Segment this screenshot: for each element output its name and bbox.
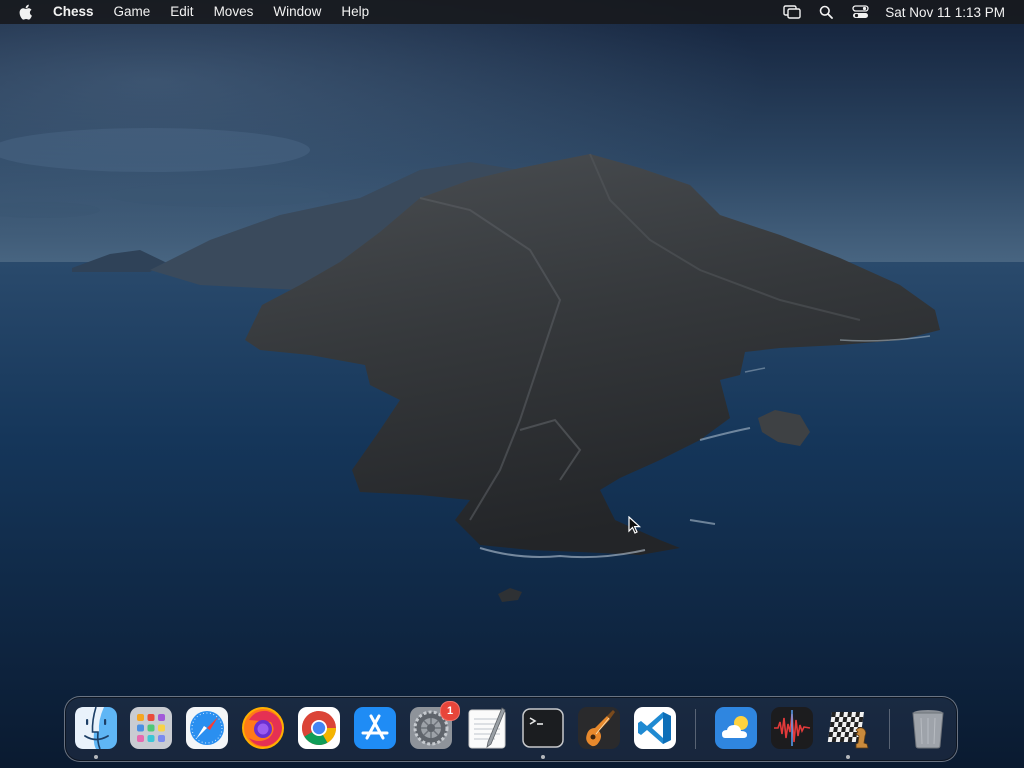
menu-app-name[interactable]: Chess	[49, 0, 104, 24]
menu-moves[interactable]: Moves	[204, 0, 264, 24]
screen-mirroring-icon[interactable]	[783, 4, 801, 20]
dock-firefox[interactable]	[240, 705, 286, 751]
garageband-icon	[578, 707, 620, 749]
chess-icon	[827, 712, 869, 749]
firefox-icon	[242, 707, 284, 749]
dock-terminal[interactable]	[520, 705, 566, 759]
dock-app-store[interactable]	[352, 705, 398, 751]
dock-garageband[interactable]	[576, 705, 622, 751]
trash-icon	[912, 710, 944, 749]
audio-waveform-icon	[771, 707, 813, 749]
dock: 1	[64, 696, 958, 762]
dock-trash[interactable]	[905, 705, 951, 751]
desktop-wallpaper	[0, 0, 1024, 768]
spotlight-search-icon[interactable]	[817, 4, 835, 20]
menu-help[interactable]: Help	[331, 0, 379, 24]
control-center-icon[interactable]	[851, 4, 869, 20]
dock-finder[interactable]	[73, 705, 119, 759]
weather-icon	[715, 707, 757, 749]
dock-separator	[695, 709, 696, 749]
apple-icon[interactable]	[19, 4, 35, 20]
mouse-pointer-icon	[628, 516, 642, 534]
running-indicator	[541, 755, 545, 759]
menu-bar-clock[interactable]: Sat Nov 11 1:13 PM	[885, 5, 1005, 20]
chrome-icon	[298, 707, 340, 749]
menu-edit[interactable]: Edit	[160, 0, 203, 24]
dock-audio-editor[interactable]	[769, 705, 815, 751]
menu-bar: Chess Game Edit Moves Window Help Sat No…	[0, 0, 1024, 24]
notification-badge: 1	[440, 701, 460, 721]
vscode-icon	[634, 707, 676, 749]
menu-window[interactable]: Window	[263, 0, 331, 24]
safari-icon	[186, 707, 228, 749]
running-indicator	[94, 755, 98, 759]
dock-system-preferences[interactable]: 1	[408, 701, 460, 751]
finder-icon	[75, 706, 117, 750]
dock-vscode[interactable]	[632, 705, 678, 751]
dock-chess[interactable]	[825, 705, 871, 759]
running-indicator	[846, 755, 850, 759]
dock-launchpad[interactable]	[128, 705, 174, 751]
dock-textedit[interactable]	[464, 705, 510, 751]
dock-safari[interactable]	[184, 705, 230, 751]
menu-game[interactable]: Game	[104, 0, 161, 24]
app-store-icon	[354, 707, 396, 749]
dock-chrome[interactable]	[296, 705, 342, 751]
menu-bar-status-area: Sat Nov 11 1:13 PM	[775, 0, 1024, 24]
textedit-icon	[468, 707, 506, 749]
dock-weather[interactable]	[713, 705, 759, 751]
terminal-icon	[522, 708, 564, 748]
dock-separator	[889, 709, 890, 749]
launchpad-icon	[130, 707, 172, 749]
